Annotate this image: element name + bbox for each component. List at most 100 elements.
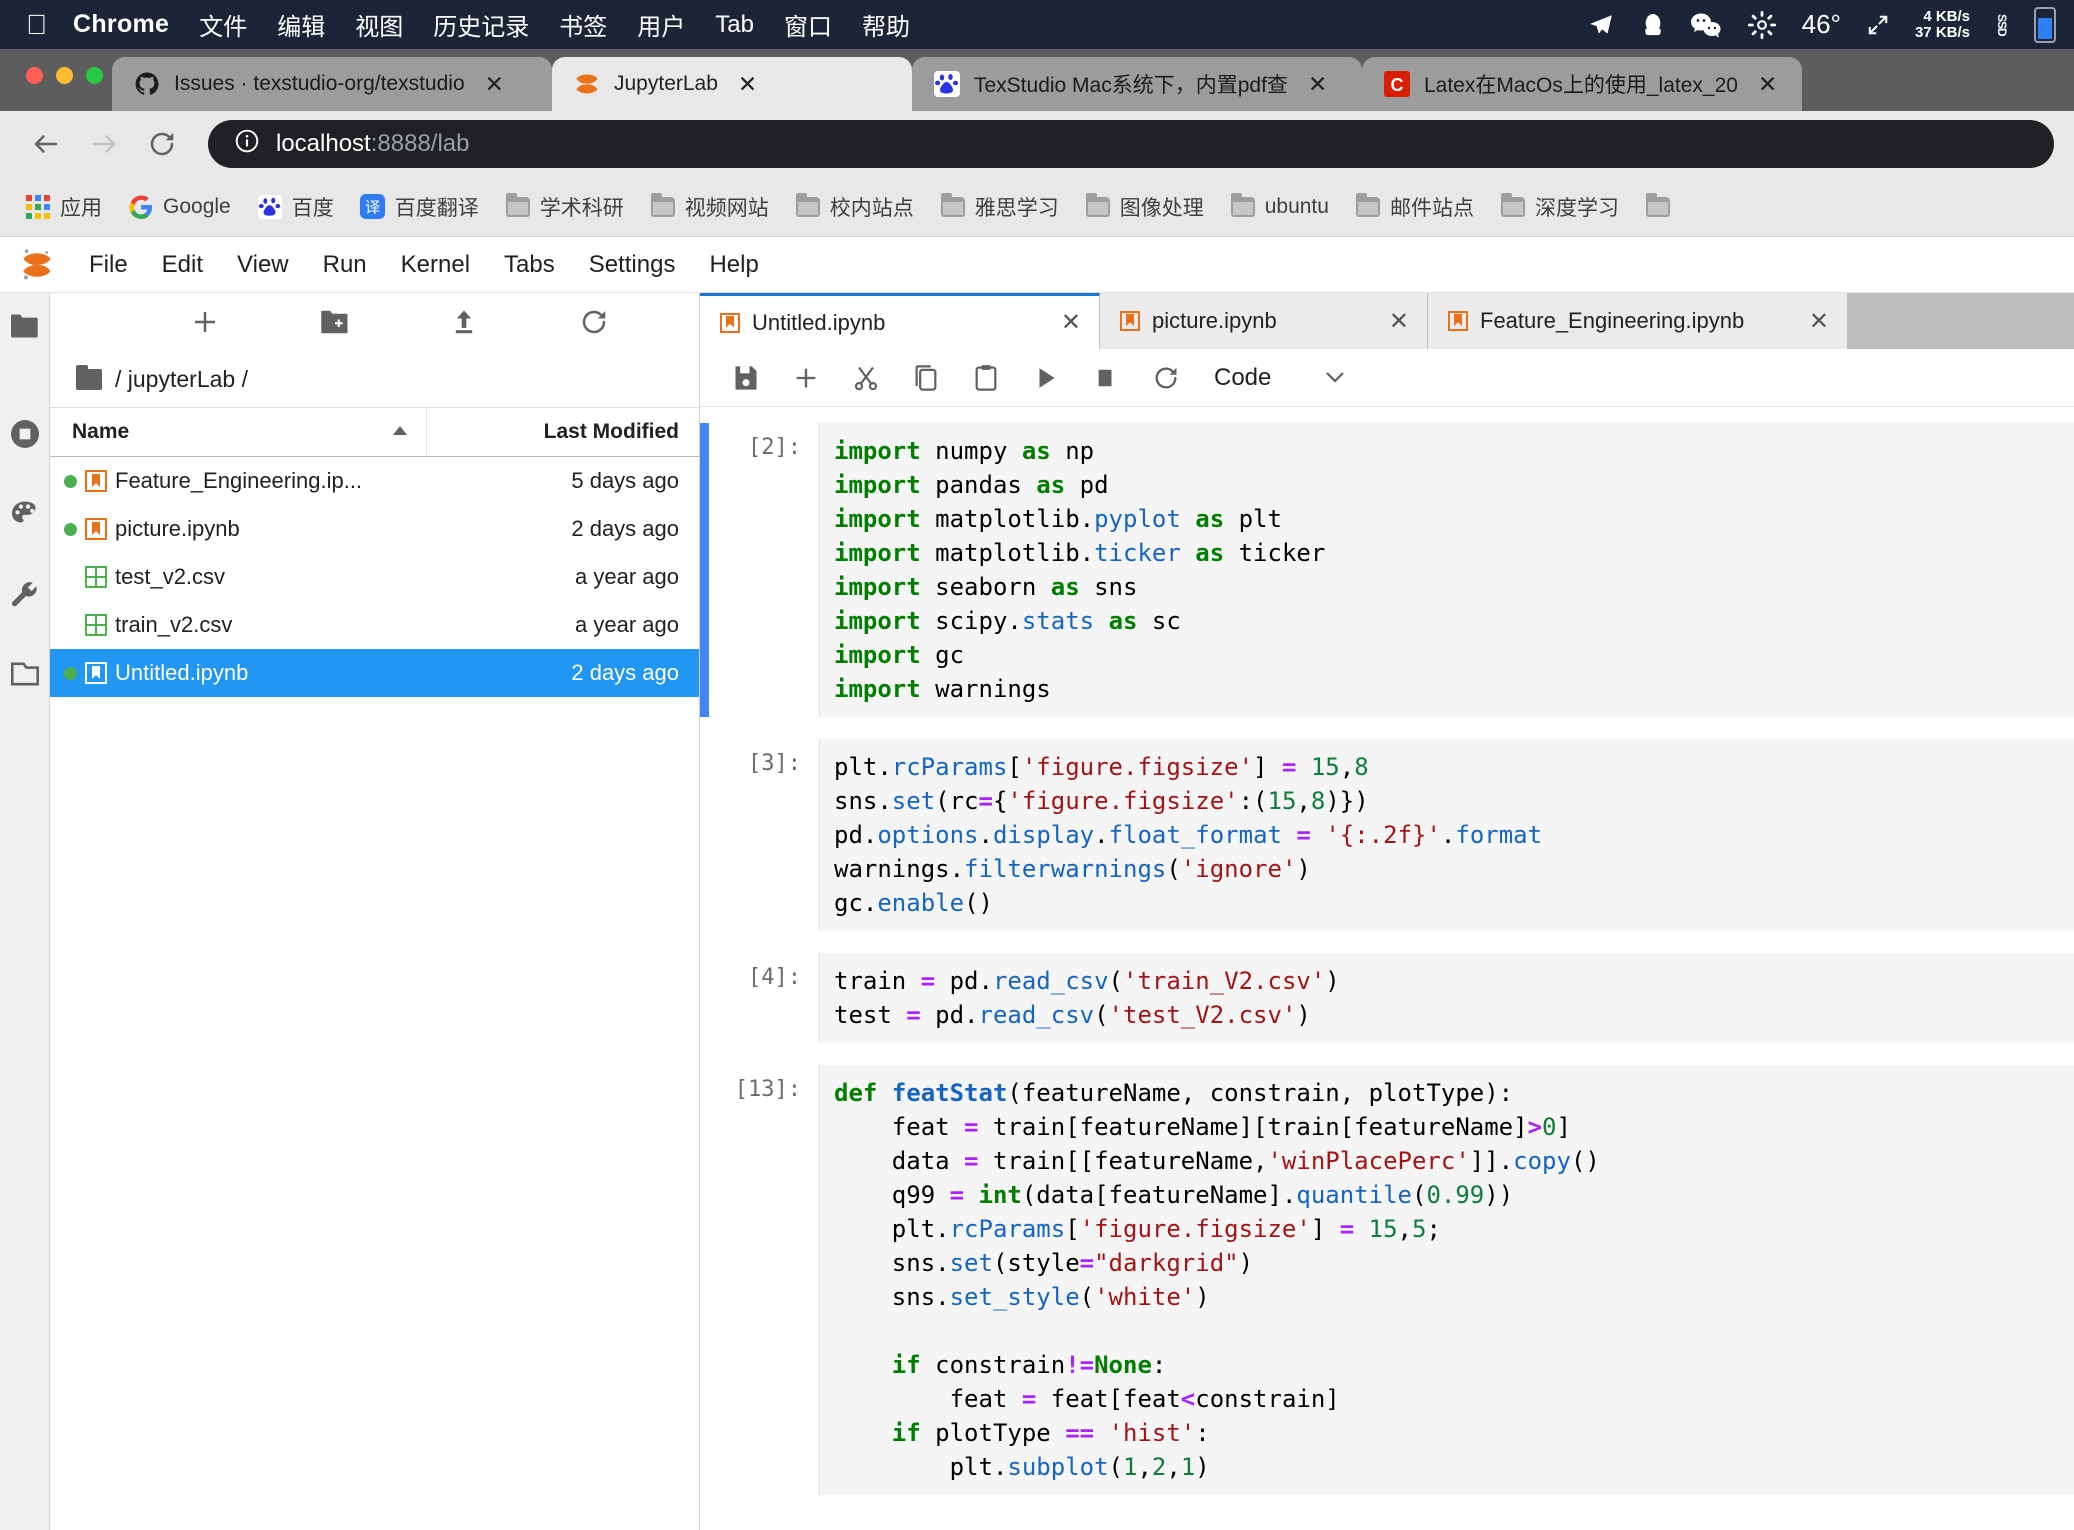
- jl-menu-settings[interactable]: Settings: [572, 245, 693, 285]
- bookmark-folder-campus[interactable]: 校内站点: [784, 186, 925, 228]
- expand-arrows-icon[interactable]: [1867, 14, 1889, 36]
- sidebar-item-open-tabs[interactable]: [8, 657, 42, 691]
- bookmark-folder-overflow[interactable]: [1634, 188, 1691, 226]
- jl-menu-help[interactable]: Help: [692, 245, 775, 285]
- menu-app-name[interactable]: Chrome: [73, 10, 169, 39]
- jl-menu-file[interactable]: File: [72, 245, 145, 285]
- jl-menu-tabs[interactable]: Tabs: [487, 245, 572, 285]
- address-bar[interactable]: localhost:8888/lab: [208, 120, 2054, 168]
- jl-menu-edit[interactable]: Edit: [145, 245, 220, 285]
- list-item[interactable]: picture.ipynb 2 days ago: [50, 505, 699, 553]
- column-header-name[interactable]: Name: [50, 408, 427, 456]
- forward-arrow-icon[interactable]: [78, 118, 130, 170]
- sidebar-item-palette[interactable]: [8, 497, 42, 531]
- sort-ascending-icon[interactable]: [390, 420, 410, 444]
- stop-icon[interactable]: [1076, 354, 1136, 402]
- tab-close-icon[interactable]: ✕: [1061, 308, 1081, 337]
- bookmark-folder-academic[interactable]: 学术科研: [494, 186, 635, 228]
- bookmark-baidu[interactable]: 百度: [246, 186, 345, 228]
- restart-kernel-icon[interactable]: [1136, 354, 1196, 402]
- browser-tab-csdn-latex[interactable]: C Latex在MacOs上的使用_latex_20 ✕: [1362, 57, 1802, 111]
- list-item[interactable]: Feature_Engineering.ip... 5 days ago: [50, 457, 699, 505]
- folder-icon: [505, 194, 531, 220]
- window-maximize-button[interactable]: [86, 67, 103, 84]
- paste-icon[interactable]: [956, 354, 1016, 402]
- bookmark-folder-ielts[interactable]: 雅思学习: [929, 186, 1070, 228]
- notebook-cell[interactable]: [4]: train = pd.read_csv('train_V2.csv')…: [700, 953, 2074, 1043]
- notebook-cell[interactable]: [13]: def featStat(featureName, constrai…: [700, 1065, 2074, 1495]
- menu-item-view[interactable]: 视图: [355, 7, 403, 42]
- upload-icon[interactable]: [443, 301, 485, 343]
- tab-untitled-ipynb[interactable]: Untitled.ipynb ✕: [700, 293, 1100, 349]
- bookmark-apps[interactable]: 应用: [14, 186, 113, 228]
- menu-item-file[interactable]: 文件: [199, 7, 247, 42]
- tab-feature-engineering-ipynb[interactable]: Feature_Engineering.ipynb ✕: [1428, 293, 1848, 349]
- menu-item-profiles[interactable]: 用户: [637, 7, 685, 42]
- menu-item-edit[interactable]: 编辑: [277, 7, 325, 42]
- bookmark-folder-image-processing[interactable]: 图像处理: [1074, 186, 1215, 228]
- battery-icon[interactable]: [2034, 7, 2056, 43]
- notebook-cell[interactable]: [2]: import numpy as np import pandas as…: [700, 423, 2074, 717]
- menu-item-window[interactable]: 窗口: [784, 7, 832, 42]
- browser-tab-jupyterlab[interactable]: JupyterLab ✕: [552, 57, 912, 111]
- run-icon[interactable]: [1016, 354, 1076, 402]
- cell-editor[interactable]: train = pd.read_csv('train_V2.csv') test…: [819, 953, 2074, 1043]
- jl-menu-view[interactable]: View: [220, 245, 306, 285]
- breadcrumb[interactable]: / jupyterLab /: [50, 351, 699, 407]
- bookmark-folder-deep-learning[interactable]: 深度学习: [1489, 186, 1630, 228]
- window-minimize-button[interactable]: [56, 67, 73, 84]
- cut-icon[interactable]: [836, 354, 896, 402]
- bookmark-folder-mail[interactable]: 邮件站点: [1344, 186, 1485, 228]
- sidebar-item-file-browser[interactable]: [8, 309, 42, 343]
- bookmark-google[interactable]: Google: [117, 188, 242, 226]
- back-arrow-icon[interactable]: [20, 118, 72, 170]
- cell-editor[interactable]: import numpy as np import pandas as pd i…: [819, 423, 2074, 717]
- telegram-icon[interactable]: [1586, 12, 1616, 38]
- cell-editor[interactable]: plt.rcParams['figure.figsize'] = 15,8 sn…: [819, 739, 2074, 931]
- menu-item-bookmarks[interactable]: 书签: [559, 7, 607, 42]
- cell-type-select[interactable]: Code: [1214, 364, 1347, 392]
- insert-cell-icon[interactable]: [776, 354, 836, 402]
- sidebar-item-extension-manager[interactable]: [8, 577, 42, 611]
- notebook-scroll-region[interactable]: [2]: import numpy as np import pandas as…: [700, 407, 2074, 1530]
- bookmark-baidu-fanyi[interactable]: 译 百度翻译: [349, 186, 490, 228]
- cell-editor[interactable]: def featStat(featureName, constrain, plo…: [819, 1065, 2074, 1495]
- refresh-icon[interactable]: [573, 301, 615, 343]
- tab-close-icon[interactable]: ✕: [1809, 307, 1829, 336]
- copy-icon[interactable]: [896, 354, 956, 402]
- bookmark-folder-ubuntu[interactable]: ubuntu: [1219, 188, 1340, 226]
- menu-item-history[interactable]: 历史记录: [433, 7, 529, 42]
- browser-tab-baidu-texstudio[interactable]: TexStudio Mac系统下，内置pdf查 ✕: [912, 57, 1362, 111]
- tab-picture-ipynb[interactable]: picture.ipynb ✕: [1100, 293, 1428, 349]
- list-item[interactable]: train_v2.csv a year ago: [50, 601, 699, 649]
- apple-logo-icon[interactable]: : [26, 11, 47, 39]
- list-item[interactable]: Untitled.ipynb 2 days ago: [50, 649, 699, 697]
- tab-close-icon[interactable]: ✕: [738, 71, 757, 98]
- menu-item-help[interactable]: 帮助: [862, 7, 910, 42]
- reload-icon[interactable]: [136, 118, 188, 170]
- tab-close-icon[interactable]: ✕: [1758, 71, 1777, 98]
- menu-item-tab[interactable]: Tab: [715, 11, 754, 39]
- tab-close-icon[interactable]: ✕: [1389, 307, 1409, 336]
- jl-menu-run[interactable]: Run: [306, 245, 384, 285]
- info-circle-icon[interactable]: [234, 128, 260, 161]
- jl-menu-kernel[interactable]: Kernel: [384, 245, 487, 285]
- column-header-last-modified[interactable]: Last Modified: [427, 420, 699, 444]
- jupyter-logo-icon[interactable]: [14, 247, 60, 283]
- tab-close-icon[interactable]: ✕: [485, 71, 504, 98]
- weather-sun-icon[interactable]: [1748, 11, 1776, 39]
- sidebar-item-running-sessions[interactable]: [8, 417, 42, 451]
- wechat-icon[interactable]: [1690, 12, 1722, 38]
- qq-penguin-icon[interactable]: [1642, 11, 1664, 39]
- new-launcher-plus-icon[interactable]: [184, 301, 226, 343]
- browser-tab-github[interactable]: Issues · texstudio-org/texstudio ✕: [112, 57, 552, 111]
- bookmark-folder-video[interactable]: 视频网站: [639, 186, 780, 228]
- chevron-down-icon[interactable]: [1323, 364, 1347, 392]
- new-folder-icon[interactable]: [314, 301, 356, 343]
- list-item[interactable]: test_v2.csv a year ago: [50, 553, 699, 601]
- notebook-cell[interactable]: [3]: plt.rcParams['figure.figsize'] = 15…: [700, 739, 2074, 931]
- window-controls[interactable]: [26, 67, 103, 84]
- window-close-button[interactable]: [26, 67, 43, 84]
- save-icon[interactable]: [716, 354, 776, 402]
- tab-close-icon[interactable]: ✕: [1308, 71, 1327, 98]
